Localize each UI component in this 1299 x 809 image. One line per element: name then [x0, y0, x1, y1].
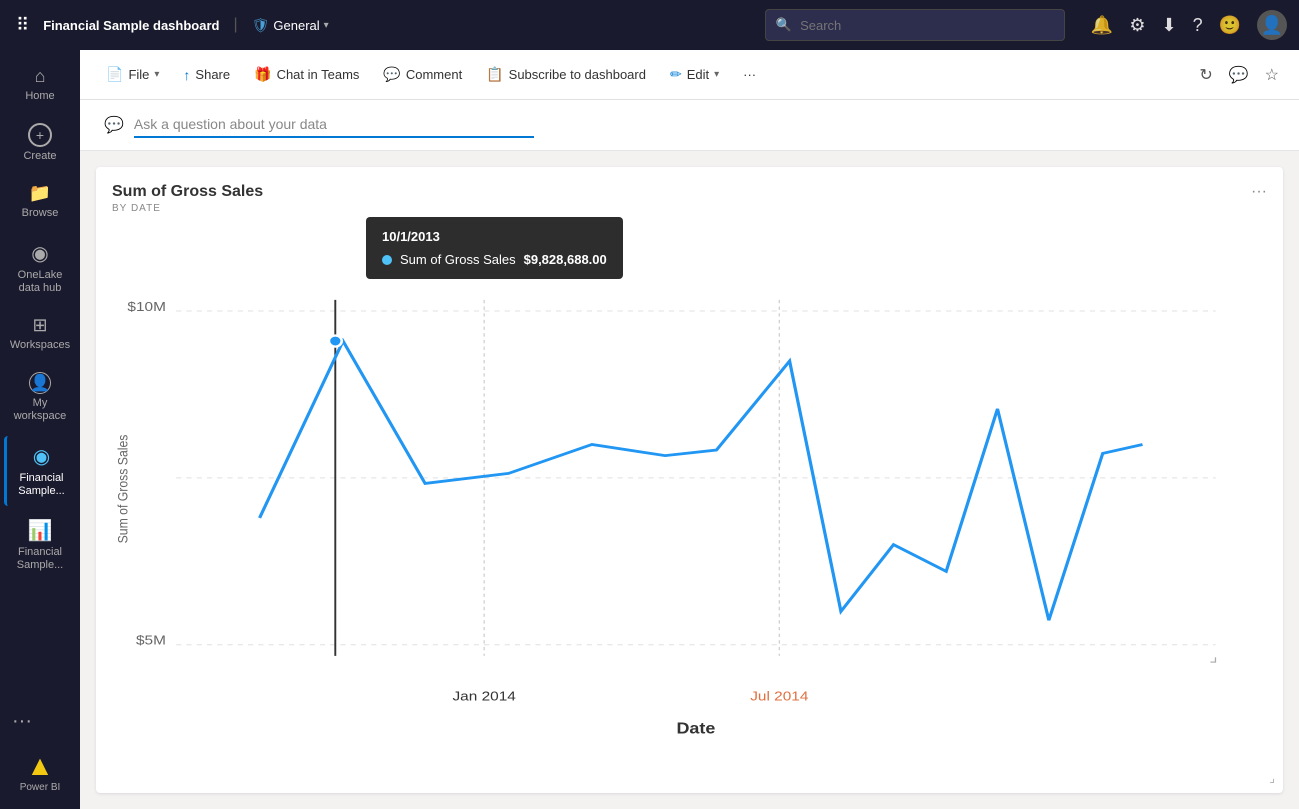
svg-text:$10M: $10M [127, 300, 166, 315]
svg-text:Jan 2014: Jan 2014 [452, 689, 515, 704]
comment-icon: 💬 [383, 66, 400, 83]
notification-icon[interactable]: 🔔 [1091, 15, 1113, 36]
sidebar-item-browse-label: Browse [22, 207, 59, 220]
sidebar-more-button[interactable]: ··· [4, 702, 76, 741]
sidebar-item-create-label: Create [23, 150, 56, 163]
sidebar-item-my-workspace[interactable]: 👤 My workspace [4, 364, 76, 431]
sidebar-item-financial-dashboard-label: Financial Sample... [11, 472, 72, 498]
browse-icon: 📁 [29, 183, 51, 204]
financial-dashboard-icon: ◉ [33, 444, 50, 469]
edit-button[interactable]: ✏ Edit ▾ [660, 60, 729, 89]
sidebar-item-onelake-label: OneLake data hub [8, 269, 72, 295]
content-area: 📄 File ▾ ↑ Share 🎁 Chat in Teams 💬 Comme… [80, 50, 1299, 809]
create-icon: + [28, 123, 52, 147]
sidebar-item-workspaces[interactable]: ⊞ Workspaces [4, 307, 76, 360]
chart-title: Sum of Gross Sales [112, 183, 1267, 201]
user-avatar[interactable]: 👤 [1257, 10, 1287, 40]
more-label: ··· [743, 67, 756, 82]
financial-report-icon: 📊 [28, 518, 53, 543]
svg-text:Date: Date [676, 720, 715, 738]
edit-label: Edit [687, 67, 709, 82]
sidebar-bottom: ··· ▲ Power BI [4, 702, 76, 801]
qa-input[interactable] [134, 112, 534, 138]
action-chat-icon[interactable]: 💬 [1225, 61, 1253, 89]
subscribe-button[interactable]: 📋 Subscribe to dashboard [476, 60, 656, 89]
feedback-icon[interactable]: 🙂 [1219, 15, 1241, 36]
file-icon: 📄 [106, 66, 123, 83]
star-icon[interactable]: ☆ [1261, 61, 1283, 89]
chat-label: Chat in Teams [277, 67, 360, 82]
sidebar-item-my-workspace-label: My workspace [8, 397, 72, 423]
teams-icon: 🎁 [254, 66, 271, 83]
search-input[interactable] [800, 18, 1054, 33]
chart-subtitle: BY DATE [112, 203, 1267, 214]
download-icon[interactable]: ⬇ [1161, 15, 1176, 36]
nav-divider: | [233, 16, 237, 34]
sidebar-item-financial-report-label: Financial Sample... [8, 546, 72, 572]
sidebar-item-home-label: Home [25, 90, 54, 103]
subscribe-icon: 📋 [486, 66, 503, 83]
qa-bar: 💬 [80, 100, 1299, 151]
chevron-down-icon: ▾ [324, 20, 329, 31]
file-button[interactable]: 📄 File ▾ [96, 60, 169, 89]
comment-label: Comment [406, 67, 462, 82]
comment-button[interactable]: 💬 Comment [373, 60, 472, 89]
workspace-name: General [273, 18, 319, 33]
my-workspace-icon: 👤 [29, 372, 51, 394]
sidebar-item-onelake[interactable]: ◉ OneLake data hub [4, 233, 76, 303]
share-icon: ↑ [183, 67, 190, 83]
sidebar-item-financial-report[interactable]: 📊 Financial Sample... [4, 510, 76, 580]
sidebar-item-create[interactable]: + Create [4, 115, 76, 171]
onelake-icon: ◉ [31, 241, 48, 266]
powerbi-logo: ▲ Power BI [4, 741, 76, 801]
sidebar-item-home[interactable]: ⌂ Home [4, 58, 76, 111]
help-icon[interactable]: ? [1193, 15, 1203, 36]
main-layout: ⌂ Home + Create 📁 Browse ◉ OneLake data … [0, 50, 1299, 809]
file-chevron-icon: ▾ [154, 69, 159, 80]
sidebar-item-browse[interactable]: 📁 Browse [4, 175, 76, 228]
qa-icon: 💬 [104, 115, 124, 135]
top-nav-actions: 🔔 ⚙ ⬇ ? 🙂 👤 [1091, 10, 1287, 40]
svg-text:$5M: $5M [136, 634, 166, 649]
settings-icon[interactable]: ⚙ [1129, 15, 1145, 36]
share-label: Share [195, 67, 230, 82]
chart-container: Sum of Gross Sales BY DATE ··· 10/1/2013… [96, 167, 1283, 793]
sidebar: ⌂ Home + Create 📁 Browse ◉ OneLake data … [0, 50, 80, 809]
workspace-selector[interactable]: 🛡 General ▾ [252, 17, 329, 34]
refresh-icon[interactable]: ↻ [1195, 61, 1216, 89]
powerbi-logo-text: Power BI [20, 782, 61, 793]
search-bar[interactable]: 🔍 [765, 9, 1065, 41]
file-label: File [128, 67, 149, 82]
svg-text:Sum of Gross Sales: Sum of Gross Sales [115, 434, 131, 543]
edit-icon: ✏ [670, 66, 682, 83]
edit-chevron-icon: ▾ [714, 69, 719, 80]
action-bar-right: ↻ 💬 ☆ [1195, 61, 1283, 89]
avatar-icon: 👤 [1261, 15, 1283, 36]
app-title: Financial Sample dashboard [43, 18, 219, 33]
action-bar: 📄 File ▾ ↑ Share 🎁 Chat in Teams 💬 Comme… [80, 50, 1299, 100]
subscribe-label: Subscribe to dashboard [509, 67, 646, 82]
sidebar-item-financial-dashboard[interactable]: ◉ Financial Sample... [4, 436, 76, 506]
svg-text:⌟: ⌟ [1209, 648, 1217, 666]
line-chart: $10M $5M Sum of Gross Sales Jan 2014 Jul… [112, 222, 1267, 756]
powerbi-logo-icon: ▲ [26, 750, 54, 782]
apps-grid-icon[interactable]: ⠿ [12, 11, 33, 40]
chart-resize-handle[interactable]: ⌟ [1269, 771, 1275, 785]
share-button[interactable]: ↑ Share [173, 61, 240, 89]
chart-menu-button[interactable]: ··· [1251, 183, 1267, 201]
chart-svg-wrapper: $10M $5M Sum of Gross Sales Jan 2014 Jul… [112, 222, 1267, 756]
chat-in-teams-button[interactable]: 🎁 Chat in Teams [244, 60, 369, 89]
shield-icon: 🛡 [252, 17, 270, 34]
home-icon: ⌂ [35, 66, 46, 87]
workspaces-icon: ⊞ [32, 315, 47, 336]
top-navigation: ⠿ Financial Sample dashboard | 🛡 General… [0, 0, 1299, 50]
search-icon: 🔍 [776, 17, 792, 33]
svg-text:Jul 2014: Jul 2014 [750, 689, 808, 704]
sidebar-item-workspaces-label: Workspaces [10, 339, 70, 352]
more-button[interactable]: ··· [733, 61, 766, 88]
